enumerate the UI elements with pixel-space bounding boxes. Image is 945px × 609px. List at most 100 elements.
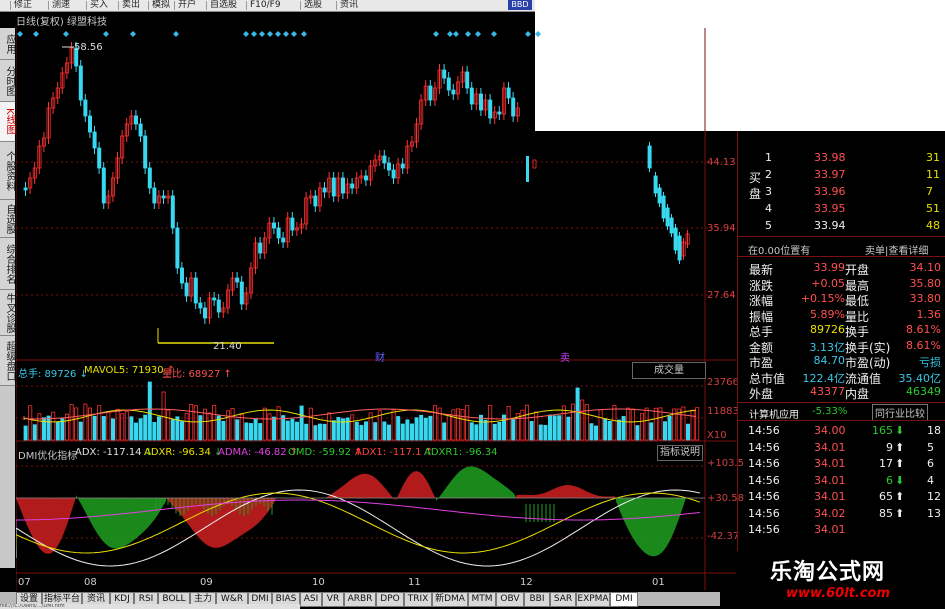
left-tab-5[interactable]: 综合排名 (0, 238, 15, 290)
volume-bar (276, 406, 281, 441)
tick-price: 34.01 (814, 440, 846, 454)
volume-bar (248, 423, 253, 441)
bottom-tab-13[interactable]: DPO (376, 592, 404, 607)
sector-change: -5.33% (812, 406, 848, 417)
volume-bar (152, 422, 157, 441)
x-axis-label: 07 (18, 577, 31, 588)
volume-bar (308, 407, 313, 441)
volume-bar (414, 417, 419, 441)
candle-body (83, 99, 88, 117)
candle-body (134, 115, 139, 125)
toolbar-item-9[interactable]: 资讯 (340, 0, 358, 11)
candle-body (442, 69, 447, 79)
bottom-tab-20[interactable]: EXPMA (576, 592, 610, 607)
bottom-tab-12[interactable]: ARBR (344, 592, 376, 607)
volume-indicator-button[interactable]: 成交量 (632, 362, 706, 379)
order-price: 33.96 (814, 185, 846, 198)
candle-body (428, 85, 433, 101)
volume-bar (336, 417, 341, 441)
toolbar-separator (246, 1, 247, 10)
sector-name[interactable]: 计算机应用 (749, 406, 799, 421)
volume-bar (469, 422, 474, 441)
bottom-tab-10[interactable]: ASI (300, 592, 322, 607)
volume-bar (363, 421, 368, 441)
bottom-tab-14[interactable]: TRIX (404, 592, 432, 607)
volume-ratio: 量比: 68927 ↑ (162, 369, 232, 380)
volume-bar (350, 414, 355, 441)
toolbar-item-3[interactable]: 卖出 (122, 0, 140, 11)
indicator-area (616, 498, 686, 557)
indicator-area (516, 485, 616, 498)
quote-value: 46349 (906, 385, 941, 398)
toolbar-item-8[interactable]: 选股 (304, 0, 322, 11)
bottom-tab-16[interactable]: MTM (468, 592, 496, 607)
compare-button[interactable]: 同行业比较 (872, 404, 928, 421)
event-tag[interactable]: 财 (375, 349, 385, 364)
order-price: 33.97 (814, 168, 846, 181)
candle-body (147, 167, 152, 189)
stock-terminal-window: 修正 测速 买入 卖出 模拟 开户 自选股 F10/F9 选股 资讯 BBD 应用 分时图 K线图 个股资… (0, 0, 945, 609)
tick-time: 14:56 (748, 490, 780, 503)
order-detail-button[interactable]: 卖单|查看详细 (865, 242, 928, 257)
indicator-adma: ADMA: -46.82 ↑ (218, 447, 299, 458)
tick-time: 14:56 (748, 457, 780, 470)
volume-bar (92, 415, 97, 441)
x-axis-label: 10 (312, 577, 325, 588)
bottom-tab-11[interactable]: VR (322, 592, 344, 607)
left-tab-4[interactable]: 自选股 (0, 200, 15, 238)
indicator-help-button[interactable]: 指标说明 (657, 445, 703, 461)
left-tab-3[interactable]: 个股资料 (0, 142, 15, 200)
event-diamond-icon (283, 31, 289, 37)
toolbar-item-2[interactable]: 买入 (90, 0, 108, 11)
price-label: 44.13 (707, 157, 736, 168)
volume-bar (584, 404, 589, 441)
event-tag[interactable]: 卖 (560, 349, 570, 364)
top-toolbar: 修正 测速 买入 卖出 模拟 开户 自选股 F10/F9 选股 资讯 BBD (0, 0, 535, 12)
volume-bar (138, 418, 143, 441)
quote-value: 122.4亿 (802, 371, 846, 385)
volume-bar (129, 416, 134, 441)
left-tab-2[interactable]: K线图 (0, 102, 15, 142)
toolbar-item-4[interactable]: 模拟 (152, 0, 170, 11)
volume-bar (299, 405, 304, 441)
candle-body (488, 99, 493, 119)
left-tab-0[interactable]: 应用 (0, 28, 15, 60)
toolbar-item-0[interactable]: 修正 (14, 0, 32, 11)
volume-bar (635, 425, 640, 441)
volume-bar (106, 411, 111, 441)
tick-price: 34.01 (814, 490, 846, 503)
volume-bar (534, 411, 539, 441)
quote-value: 1.36 (916, 307, 942, 321)
candle-body (653, 175, 658, 194)
arrow-down-icon: ⬇ (895, 424, 905, 437)
bottom-tab-15[interactable]: 新DMA (432, 592, 468, 607)
toolbar-item-7[interactable]: F10/F9 (250, 0, 281, 11)
left-tab-1[interactable]: 分时图 (0, 60, 15, 102)
bottom-tab-17[interactable]: OBV (496, 592, 524, 607)
order-qty: 7 (926, 185, 933, 198)
volume-bar (51, 411, 56, 441)
left-tab-6[interactable]: 牛叉诊股 (0, 290, 15, 336)
volume-bar (644, 407, 649, 441)
toolbar-item-5[interactable]: 开户 (178, 0, 196, 11)
volume-bar (451, 409, 456, 441)
bottom-tab-18[interactable]: BBI (524, 592, 550, 607)
volume-bar (529, 421, 534, 441)
candle-body (669, 217, 674, 234)
candle-body (497, 111, 502, 115)
toolbar-separator (174, 1, 175, 10)
toolbar-item-6[interactable]: 自选股 (210, 0, 237, 11)
bottom-tab-21[interactable]: DMI优 (610, 592, 638, 609)
left-tab-7[interactable]: 超级盘口 (0, 336, 15, 386)
volume-bar (88, 407, 93, 441)
bottom-tab-19[interactable]: SAR (550, 592, 576, 607)
candle-body (386, 162, 391, 171)
candle-body (661, 195, 666, 219)
candle-body (400, 163, 405, 169)
bbd-badge[interactable]: BBD (508, 0, 532, 10)
candle-body (92, 131, 97, 149)
quote-value: +0.15% (800, 292, 845, 305)
event-diamond-icon (243, 31, 249, 37)
toolbar-item-1[interactable]: 测速 (52, 0, 70, 11)
candle-body (235, 277, 240, 283)
